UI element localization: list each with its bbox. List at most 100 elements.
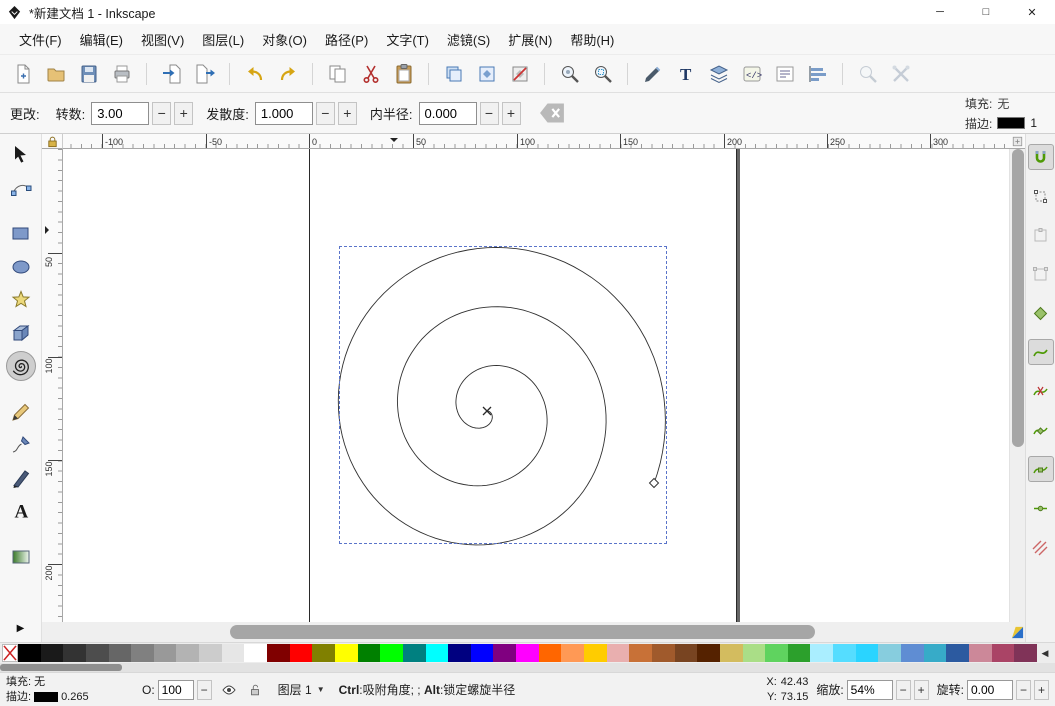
box3d-tool-button[interactable] [6,318,36,348]
rotation-decrement-button[interactable]: − [1016,679,1031,700]
open-document-button[interactable] [39,59,72,89]
text-and-font-dialog-button[interactable] [768,59,801,89]
fill-stroke-dialog-button[interactable] [636,59,669,89]
palette-swatch[interactable] [493,644,517,662]
rectangle-tool-button[interactable] [6,219,36,249]
divergence-input[interactable] [254,101,313,125]
palette-swatch[interactable] [221,644,245,662]
menu-item[interactable]: 文字(T) [377,25,438,54]
palette-swatch[interactable] [674,644,698,662]
snap-paths-button[interactable] [1027,339,1054,365]
turns-input[interactable] [91,101,150,125]
menu-item[interactable]: 帮助(H) [561,25,623,54]
sticky-zoom-button[interactable] [1009,134,1025,149]
layer-visibility-toggle[interactable] [220,681,238,699]
node-editor-tool-button[interactable] [6,173,36,203]
maximize-button[interactable]: □ [963,0,1009,24]
snap-path-intersections-button[interactable] [1028,378,1054,404]
divergence-increment-button[interactable]: + [337,101,357,125]
menu-item[interactable]: 扩展(N) [499,25,561,54]
palette-swatch[interactable] [946,644,969,662]
selector-tool-button[interactable] [6,140,36,170]
palette-swatch[interactable] [425,644,449,662]
inner-radius-decrement-button[interactable]: − [479,101,499,125]
layers-dialog-button[interactable] [702,59,735,89]
palette-swatch[interactable] [968,644,992,662]
redo-button[interactable] [271,59,304,89]
palette-swatch[interactable] [357,644,381,662]
menu-item[interactable]: 图层(L) [193,25,253,54]
reset-defaults-button[interactable] [538,100,568,126]
text-tool-button[interactable]: A [6,496,36,526]
toolbox-more-button[interactable]: ▶ [0,623,41,634]
horizontal-ruler[interactable]: -100 -50 0 50 100 150 200 250 300 [63,134,1009,149]
turns-increment-button[interactable]: + [174,101,194,125]
inner-radius-input[interactable] [418,101,477,125]
horizontal-scrollbar[interactable] [63,622,1009,642]
stroke-color-swatch[interactable] [997,117,1026,129]
turns-decrement-button[interactable]: − [152,101,172,125]
snap-bbox-corners-button[interactable] [1028,261,1054,287]
menu-item[interactable]: 滤镜(S) [438,25,499,54]
palette-swatch[interactable] [991,644,1015,662]
snap-midpoints-button[interactable] [1028,495,1054,521]
snap-bbox-button[interactable] [1028,183,1054,209]
snap-nodes-button[interactable] [1028,300,1054,326]
palette-swatch[interactable] [267,644,290,662]
palette-swatch[interactable] [380,644,403,662]
palette-swatch[interactable] [651,644,675,662]
palette-swatch[interactable] [765,644,788,662]
palette-swatch[interactable] [742,644,766,662]
palette-swatch[interactable] [697,644,720,662]
spiral-tool-button[interactable] [5,351,36,381]
palette-swatch[interactable] [470,644,494,662]
bezier-tool-button[interactable] [6,430,36,460]
vertical-scrollbar[interactable] [1009,149,1025,622]
menu-item[interactable]: 文件(F) [10,25,71,54]
new-document-button[interactable] [6,59,39,89]
inner-radius-increment-button[interactable]: + [501,101,521,125]
palette-swatch[interactable] [561,644,585,662]
no-color-swatch[interactable] [2,644,18,662]
print-button[interactable] [105,59,138,89]
palette-swatch[interactable] [63,644,86,662]
xml-editor-button[interactable]: </> [735,59,768,89]
palette-swatch[interactable] [810,644,834,662]
status-fill-value[interactable]: 无 [34,675,45,690]
canvas[interactable] [63,149,1009,622]
duplicate-button[interactable] [437,59,470,89]
palette-swatch[interactable] [153,644,177,662]
palette-swatch[interactable] [584,644,607,662]
calligraphy-tool-button[interactable] [6,463,36,493]
palette-swatch[interactable] [900,644,924,662]
opacity-input[interactable] [157,679,194,700]
spiral-end-handle[interactable] [648,477,660,489]
divergence-decrement-button[interactable]: − [315,101,335,125]
palette-swatch[interactable] [334,644,358,662]
palette-swatch[interactable] [40,644,64,662]
palette-swatch[interactable] [787,644,811,662]
zoom-input[interactable] [846,679,893,700]
palette-swatch[interactable] [448,644,471,662]
snap-others-button[interactable] [1028,534,1054,560]
palette-swatch[interactable] [131,644,154,662]
save-document-button[interactable] [72,59,105,89]
palette-swatch[interactable] [516,644,539,662]
unlink-clone-button[interactable] [503,59,536,89]
menu-item[interactable]: 对象(O) [253,25,316,54]
menu-item[interactable]: 路径(P) [316,25,377,54]
zoom-increment-button[interactable]: + [913,679,929,700]
snap-bbox-edges-button[interactable] [1028,222,1054,248]
palette-swatch[interactable] [18,644,41,662]
text-dialog-button[interactable]: T [669,59,702,89]
palette-swatch[interactable] [402,644,426,662]
palette-swatch[interactable] [289,644,313,662]
zoom-decrement-button[interactable]: − [895,679,911,700]
cut-button[interactable] [354,59,387,89]
palette-swatch[interactable] [538,644,562,662]
fill-value[interactable]: 无 [997,95,1009,112]
paste-button[interactable] [387,59,420,89]
menu-item[interactable]: 视图(V) [132,25,193,54]
export-button[interactable] [188,59,221,89]
preferences-button[interactable] [884,59,917,89]
